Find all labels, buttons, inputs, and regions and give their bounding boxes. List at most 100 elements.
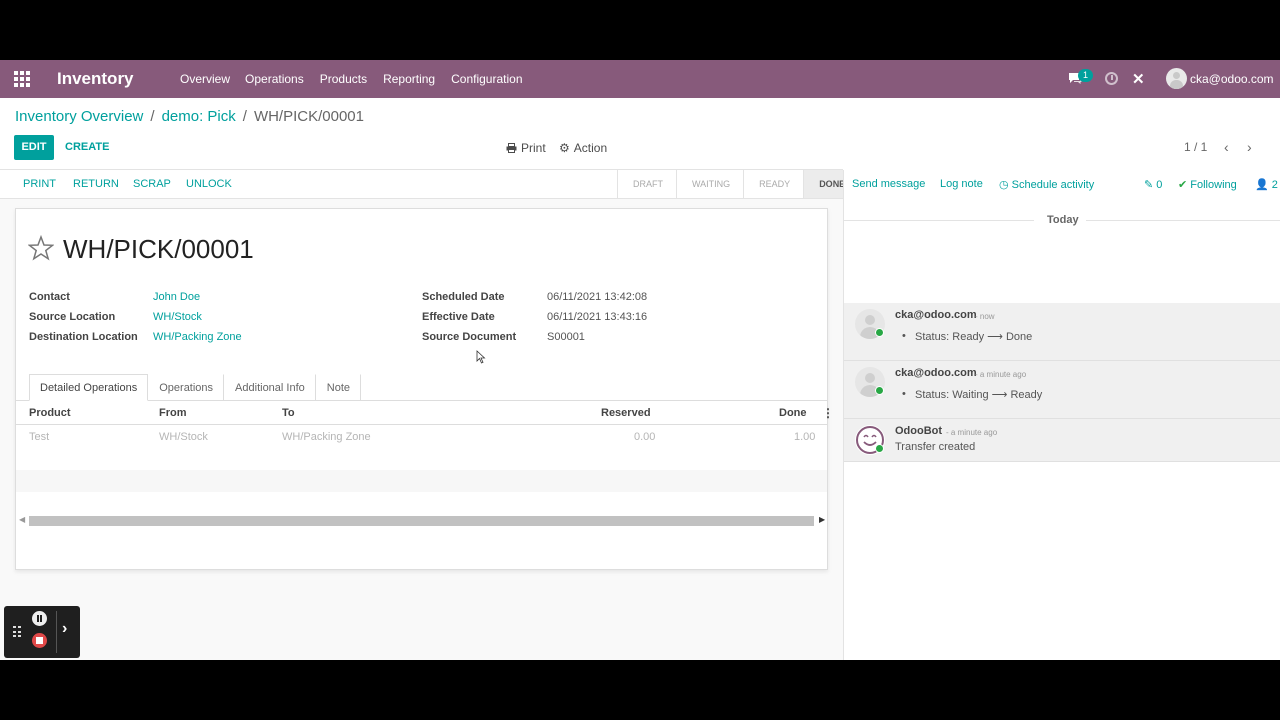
- empty-row: [16, 448, 827, 470]
- following-button[interactable]: ✔ Following: [1178, 178, 1237, 191]
- schedule-activity-label: Schedule activity: [1011, 179, 1095, 191]
- online-status-icon: [875, 328, 884, 337]
- mouse-cursor-icon: [476, 350, 486, 364]
- scrap-button[interactable]: SCRAP: [133, 178, 171, 190]
- pager-previous-icon[interactable]: ‹: [1224, 139, 1229, 155]
- pager-value[interactable]: 1 / 1: [1184, 140, 1207, 154]
- online-status-icon: [875, 386, 884, 395]
- print-button[interactable]: PRINT: [23, 178, 56, 190]
- scheduled-date-value: 06/11/2021 13:42:08: [547, 291, 648, 303]
- tracking-value: Status: Waiting ⟶ Ready: [902, 388, 1042, 401]
- row-to: WH/Packing Zone: [282, 431, 371, 443]
- table-header: Product From To Reserved Done ⋮: [16, 401, 834, 425]
- message-author[interactable]: cka@odoo.com: [895, 309, 977, 321]
- column-reserved[interactable]: Reserved: [601, 407, 651, 419]
- tab-detailed-operations[interactable]: Detailed Operations: [29, 374, 149, 401]
- pause-icon[interactable]: [32, 611, 47, 626]
- top-navbar: Inventory Overview Operations Products R…: [0, 60, 1280, 98]
- effective-date-value: 06/11/2021 13:43:16: [547, 311, 648, 323]
- print-label: Print: [521, 141, 546, 155]
- main-menu: Overview Operations Products Reporting C…: [180, 72, 539, 86]
- tab-operations[interactable]: Operations: [148, 374, 225, 401]
- day-label: Today: [1047, 214, 1079, 226]
- destination-location-link[interactable]: WH/Packing Zone: [153, 331, 242, 343]
- apps-menu-icon[interactable]: [14, 71, 30, 87]
- odoo-screen: Inventory Overview Operations Products R…: [0, 60, 1280, 660]
- scroll-right-icon[interactable]: ▶: [819, 515, 825, 524]
- horizontal-scrollbar[interactable]: ◀ ▶: [16, 515, 827, 526]
- action-dropdown[interactable]: ⚙ Action: [559, 141, 607, 155]
- pager-next-icon[interactable]: ›: [1247, 139, 1252, 155]
- row-done: 1.00: [794, 431, 816, 443]
- star-icon[interactable]: [28, 235, 54, 261]
- column-to[interactable]: To: [282, 407, 295, 419]
- source-location-link[interactable]: WH/Stock: [153, 311, 202, 323]
- edit-button[interactable]: EDIT: [14, 135, 54, 160]
- following-label: Following: [1190, 179, 1237, 191]
- breadcrumb: Inventory Overview / demo: Pick / WH/PIC…: [15, 108, 364, 125]
- attachments-count: 0: [1156, 179, 1163, 191]
- tab-note[interactable]: Note: [316, 374, 362, 401]
- message-author[interactable]: OdooBot: [895, 425, 942, 437]
- tracking-value: Status: Ready ⟶ Done: [902, 330, 1032, 343]
- followers-button[interactable]: 👤 2: [1255, 178, 1278, 191]
- message-date: - a minute ago: [946, 428, 998, 437]
- user-icon: 👤: [1255, 179, 1269, 191]
- return-button[interactable]: RETURN: [73, 178, 119, 190]
- messages-count-badge: 1: [1078, 69, 1093, 82]
- column-from[interactable]: From: [159, 407, 187, 419]
- app-title[interactable]: Inventory: [57, 69, 134, 89]
- breadcrumb-separator: /: [150, 108, 155, 125]
- row-from: WH/Stock: [159, 431, 208, 443]
- column-done[interactable]: Done: [779, 407, 807, 419]
- attachments-button[interactable]: ✎ 0: [1144, 178, 1162, 191]
- drag-handle-icon[interactable]: [13, 626, 21, 638]
- effective-date-label: Effective Date: [422, 311, 495, 323]
- clock-icon: ◷: [999, 179, 1009, 191]
- empty-row: [16, 492, 827, 514]
- user-menu[interactable]: cka@odoo.com: [1190, 72, 1274, 86]
- stage-draft: DRAFT: [617, 170, 676, 198]
- menu-products[interactable]: Products: [320, 72, 367, 86]
- stop-icon[interactable]: [32, 633, 47, 648]
- contact-label: Contact: [29, 291, 70, 303]
- breadcrumb-current: WH/PICK/00001: [253, 108, 364, 125]
- online-status-icon: [875, 444, 884, 453]
- table-row[interactable]: Test WH/Stock WH/Packing Zone 0.00 1.00: [16, 426, 827, 448]
- chevron-right-icon[interactable]: ›: [62, 620, 67, 638]
- menu-operations[interactable]: Operations: [245, 72, 304, 86]
- chatter-panel: Send message Log note ◷ Schedule activit…: [843, 170, 1280, 660]
- tab-additional-info[interactable]: Additional Info: [224, 374, 316, 401]
- column-product[interactable]: Product: [29, 407, 71, 419]
- create-button[interactable]: CREATE: [65, 141, 109, 153]
- source-document-value: S00001: [547, 331, 585, 343]
- breadcrumb-inventory-overview[interactable]: Inventory Overview: [15, 108, 143, 125]
- destination-location-label: Destination Location: [29, 331, 138, 343]
- print-dropdown[interactable]: Print: [506, 141, 546, 155]
- user-avatar[interactable]: [1166, 68, 1187, 89]
- scroll-left-icon[interactable]: ◀: [19, 515, 25, 524]
- row-product: Test: [29, 431, 50, 443]
- schedule-activity-button[interactable]: ◷ Schedule activity: [999, 178, 1094, 191]
- stage-ready: READY: [743, 170, 803, 198]
- activity-clock-icon[interactable]: [1105, 72, 1118, 85]
- paperclip-icon: ✎: [1144, 179, 1154, 191]
- screen-recorder-widget: ›: [4, 606, 80, 658]
- chatter-message: OdooBot - a minute ago Transfer created: [844, 419, 1280, 462]
- menu-overview[interactable]: Overview: [180, 72, 230, 86]
- menu-configuration[interactable]: Configuration: [451, 72, 522, 86]
- contact-link[interactable]: John Doe: [153, 291, 200, 303]
- send-message-button[interactable]: Send message: [852, 178, 925, 190]
- menu-reporting[interactable]: Reporting: [383, 72, 435, 86]
- scheduled-date-label: Scheduled Date: [422, 291, 505, 303]
- log-note-button[interactable]: Log note: [940, 178, 983, 190]
- debug-tools-icon[interactable]: ✕: [1132, 70, 1145, 88]
- scroll-thumb[interactable]: [29, 516, 814, 526]
- message-date: - now: [975, 312, 995, 321]
- optional-columns-icon[interactable]: ⋮: [822, 406, 834, 420]
- message-body: Transfer created: [895, 441, 976, 453]
- breadcrumb-demo-pick[interactable]: demo: Pick: [162, 108, 236, 125]
- unlock-button[interactable]: UNLOCK: [186, 178, 232, 190]
- message-author[interactable]: cka@odoo.com: [895, 367, 977, 379]
- day-divider: [1086, 220, 1280, 221]
